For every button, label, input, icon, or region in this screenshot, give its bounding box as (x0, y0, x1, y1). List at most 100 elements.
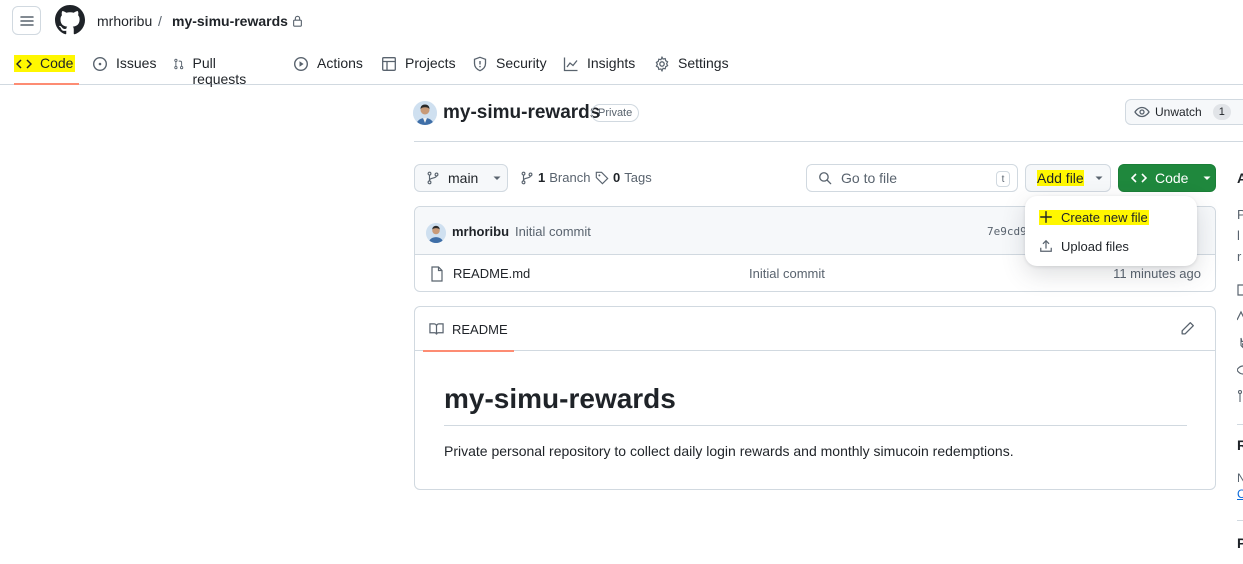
eye-icon (1134, 106, 1150, 118)
readme-description: Private personal repository to collect d… (444, 443, 1014, 459)
visibility-badge: Private (591, 104, 640, 122)
tab-insights-label: Insights (587, 55, 636, 71)
unwatch-button[interactable]: Unwatch 1 (1125, 99, 1243, 125)
chevron-down-icon (1203, 176, 1211, 180)
plus-icon (1040, 211, 1052, 223)
tag-count: 0 (613, 170, 621, 185)
pencil-icon[interactable] (1180, 321, 1195, 336)
tab-actions-label: Actions (317, 55, 363, 71)
tab-pull-requests[interactable]: Pull requests (173, 50, 251, 87)
keyboard-shortcut-hint: t (996, 171, 1010, 187)
book-icon (429, 323, 444, 335)
branch-name: main (448, 170, 479, 186)
forks-link-icon[interactable] (1237, 389, 1243, 403)
commit-message[interactable]: Initial commit (515, 224, 591, 239)
about-description-line: l (1237, 228, 1240, 243)
sidebar-divider (1237, 520, 1243, 521)
tab-code-label: Code (40, 55, 74, 71)
code-button[interactable]: Code (1118, 164, 1216, 192)
breadcrumb-repo-label: my-simu-rewards (172, 13, 288, 29)
play-icon (293, 56, 309, 72)
readme-panel: README my-simu-rewards Private personal … (414, 306, 1216, 490)
releases-heading: R (1237, 437, 1243, 453)
watch-count: 1 (1212, 104, 1231, 120)
commit-hash[interactable]: 7e9cd9 (987, 225, 1027, 238)
upload-files-label: Upload files (1061, 238, 1129, 254)
branch-count-label: Branch (549, 170, 591, 185)
tab-pull-requests-label: Pull requests (192, 55, 247, 87)
readme-heading: my-simu-rewards (444, 383, 676, 414)
create-new-file-item[interactable]: Create new file (1039, 207, 1149, 227)
go-to-file-placeholder: Go to file (841, 170, 898, 186)
branch-count: 1 (538, 170, 546, 185)
commit-author-avatar[interactable] (426, 223, 446, 243)
file-age: 11 minutes ago (1113, 266, 1201, 281)
breadcrumb-separator: / (158, 13, 162, 29)
hamburger-icon (19, 15, 34, 26)
upload-icon (1040, 239, 1052, 252)
tab-readme[interactable]: README (423, 307, 514, 352)
create-new-file-label: Create new file (1061, 209, 1148, 225)
repo-header: mrhoribu / my-simu-rewards Code Issues P… (0, 0, 1243, 87)
readme-link-icon[interactable] (1237, 284, 1243, 296)
chevron-down-icon (493, 176, 501, 180)
packages-heading: P (1237, 535, 1243, 551)
go-to-file-input[interactable]: Go to file t (806, 164, 1018, 192)
add-file-label: Add file (1037, 170, 1084, 186)
about-heading: A (1237, 170, 1243, 186)
add-file-button[interactable]: Add file (1025, 164, 1111, 192)
tag-icon (595, 171, 609, 184)
tab-security[interactable]: Security (472, 50, 547, 85)
table-icon (382, 57, 396, 71)
graph-icon (563, 57, 578, 72)
readme-heading-rule (444, 425, 1187, 426)
commit-author[interactable]: mrhoribu (452, 224, 509, 239)
upload-files-item[interactable]: Upload files (1039, 236, 1129, 256)
branch-icon (427, 171, 439, 185)
readme-header: README (415, 307, 1215, 352)
code-button-label: Code (1155, 170, 1189, 186)
unwatch-label: Unwatch (1155, 105, 1202, 119)
tab-settings-label: Settings (678, 55, 729, 71)
code-icon (16, 59, 32, 69)
file-commit-message[interactable]: Initial commit (749, 266, 825, 281)
sidebar-divider (1237, 424, 1243, 425)
gear-icon (655, 56, 669, 72)
watchers-link-icon[interactable] (1237, 364, 1243, 376)
tab-insights[interactable]: Insights (563, 50, 635, 85)
add-file-menu: Create new file Upload files (1025, 196, 1197, 266)
about-description-line: r (1237, 249, 1242, 264)
create-release-link[interactable]: C (1237, 487, 1243, 501)
breadcrumb-repo[interactable]: my-simu-rewards (172, 13, 303, 29)
tab-settings[interactable]: Settings (654, 50, 729, 85)
issue-icon (92, 56, 108, 72)
branch-selector[interactable]: main (414, 164, 508, 192)
tags-link[interactable]: 0 Tags (595, 170, 652, 185)
tab-code[interactable]: Code (14, 50, 79, 85)
github-logo-icon[interactable] (55, 5, 85, 35)
lock-icon (293, 15, 302, 27)
releases-note: N (1237, 471, 1243, 485)
star-link-icon[interactable] (1237, 337, 1243, 349)
about-description-line: P (1237, 207, 1243, 222)
menu-button[interactable] (12, 6, 41, 35)
tab-projects[interactable]: Projects (381, 50, 456, 85)
pull-request-icon (174, 58, 184, 70)
repo-title[interactable]: my-simu-rewards (443, 102, 600, 124)
activity-link-icon[interactable] (1237, 310, 1243, 322)
chevron-down-icon (1095, 176, 1103, 180)
header-divider (414, 141, 1243, 142)
file-name[interactable]: README.md (453, 266, 530, 281)
tab-issues[interactable]: Issues (92, 50, 156, 85)
breadcrumb-owner[interactable]: mrhoribu (97, 13, 152, 29)
readme-tab-label: README (452, 321, 508, 337)
shield-icon (473, 56, 487, 72)
owner-avatar[interactable] (413, 101, 437, 125)
tab-security-label: Security (496, 55, 547, 71)
branches-link[interactable]: 1 Branch (520, 170, 590, 185)
search-icon (819, 172, 832, 185)
tab-projects-label: Projects (405, 55, 456, 71)
tab-actions[interactable]: Actions (293, 50, 363, 85)
file-icon (431, 266, 443, 282)
tag-count-label: Tags (624, 170, 652, 185)
